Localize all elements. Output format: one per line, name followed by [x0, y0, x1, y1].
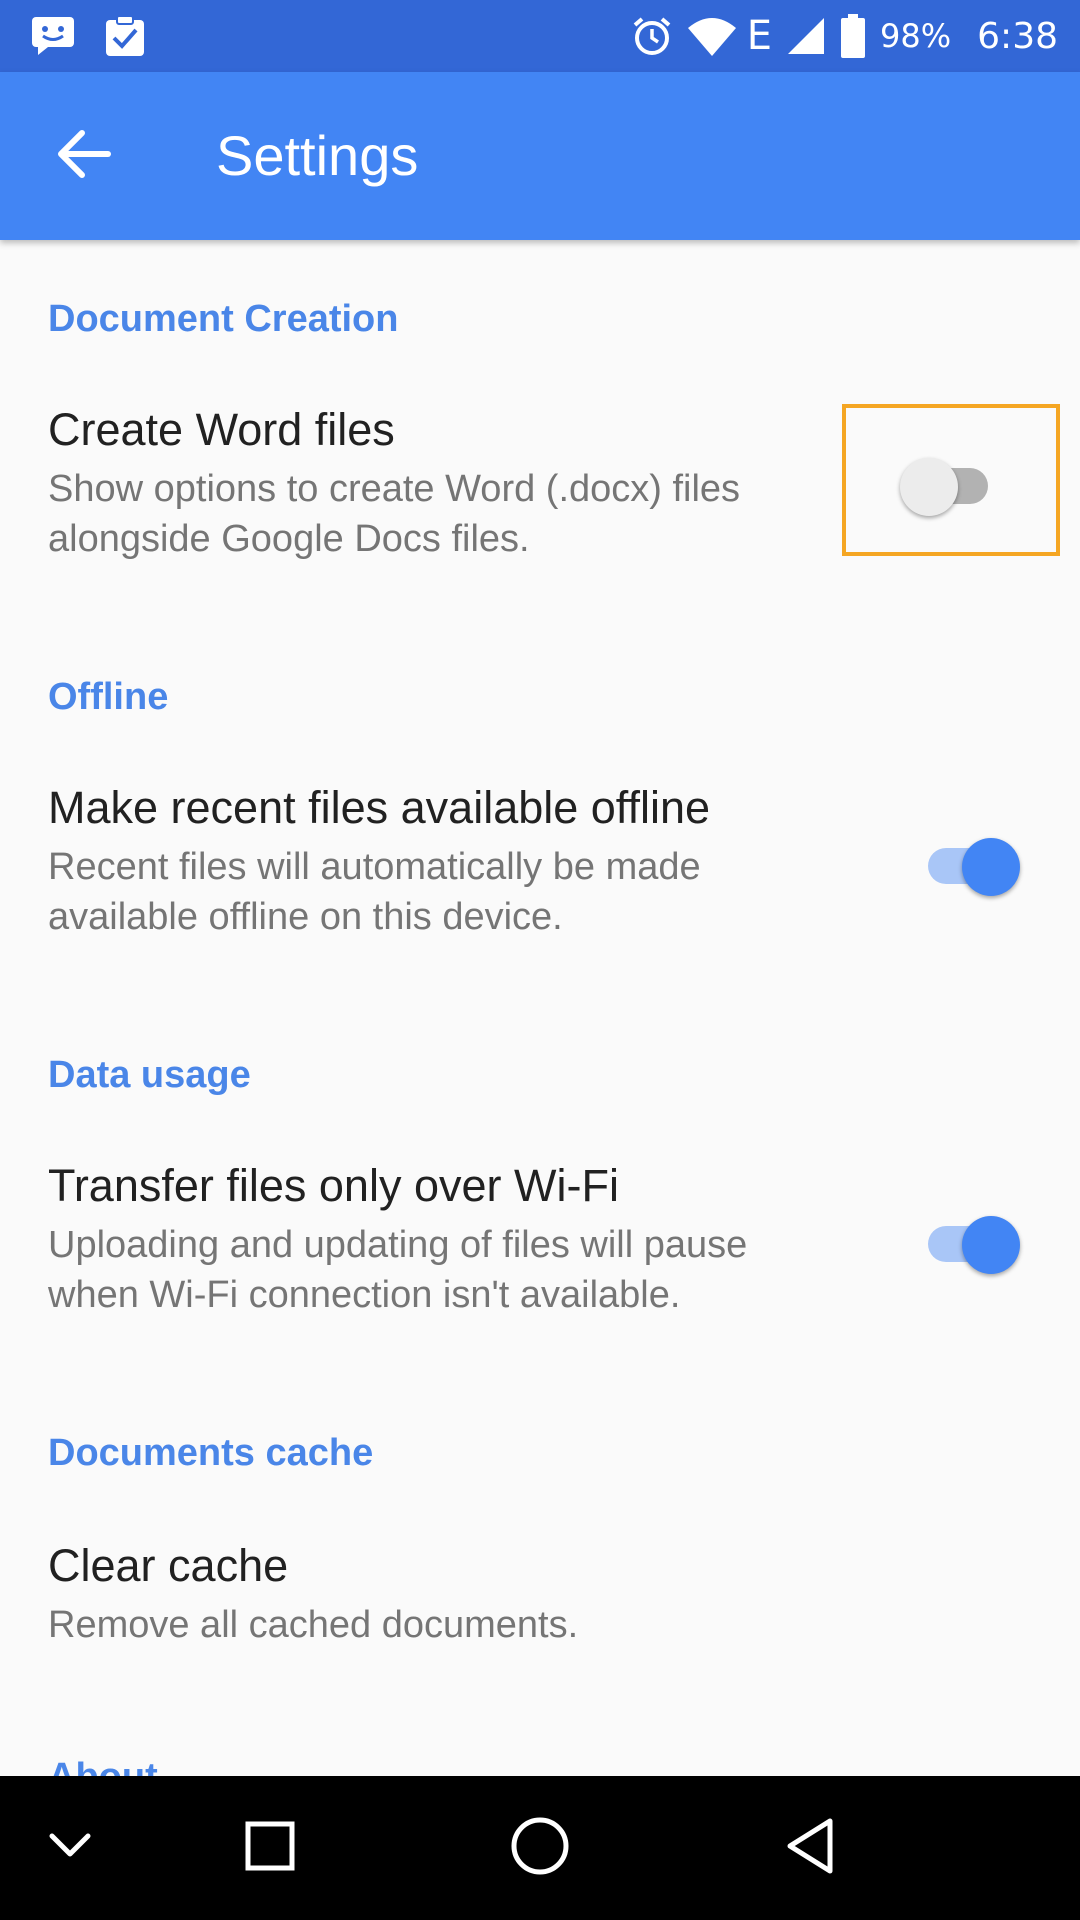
section-header-data-usage: Data usage — [48, 1054, 251, 1096]
status-bar: E 98% 6:38 — [0, 0, 1080, 72]
pref-summary: Uploading and updating of files will pau… — [48, 1224, 748, 1316]
section-header-documents-cache: Documents cache — [48, 1432, 374, 1474]
wifi-icon — [687, 16, 737, 56]
transfer-wifi-only-switch[interactable] — [916, 1206, 1020, 1274]
pref-title: Transfer files only over Wi-Fi — [48, 1160, 619, 1211]
home-button[interactable] — [470, 1776, 610, 1920]
status-time: 6:38 — [977, 15, 1058, 57]
pref-clear-cache[interactable]: Clear cache Remove all cached documents. — [0, 1540, 1080, 1660]
chevron-down-icon — [48, 1832, 92, 1865]
network-type: E — [746, 13, 773, 59]
clipboard-check-icon — [104, 14, 146, 58]
make-recent-offline-switch[interactable] — [916, 828, 1020, 896]
battery-percent: 98% — [880, 17, 952, 55]
section-header-document-creation: Document Creation — [48, 298, 399, 340]
switch-thumb — [962, 838, 1020, 896]
home-icon — [510, 1816, 570, 1881]
recents-button[interactable] — [200, 1776, 340, 1920]
hide-keyboard-button[interactable] — [0, 1776, 140, 1920]
messaging-icon — [30, 15, 76, 57]
system-nav-bar — [0, 1776, 1080, 1920]
pref-summary: Recent files will automatically be made … — [48, 846, 701, 938]
highlight-box — [842, 404, 1060, 556]
back-nav-button[interactable] — [740, 1776, 880, 1920]
pref-summary: Show options to create Word (.docx) file… — [48, 468, 741, 560]
signal-icon — [786, 16, 826, 56]
arrow-back-icon — [56, 129, 112, 184]
battery-icon — [840, 14, 866, 58]
back-triangle-icon — [784, 1817, 836, 1880]
recents-icon — [244, 1820, 296, 1877]
status-left-icons — [30, 14, 146, 58]
back-button[interactable] — [40, 112, 128, 200]
switch-thumb — [962, 1216, 1020, 1274]
pref-title: Create Word files — [48, 404, 395, 455]
pref-title: Make recent files available offline — [48, 782, 711, 833]
section-header-offline: Offline — [48, 676, 169, 718]
app-bar: Settings — [0, 72, 1080, 240]
pref-title: Clear cache — [48, 1540, 289, 1591]
alarm-icon — [631, 15, 673, 57]
page-title: Settings — [216, 124, 419, 187]
status-right-icons: E 98% 6:38 — [631, 0, 1058, 72]
pref-summary: Remove all cached documents. — [48, 1604, 579, 1646]
